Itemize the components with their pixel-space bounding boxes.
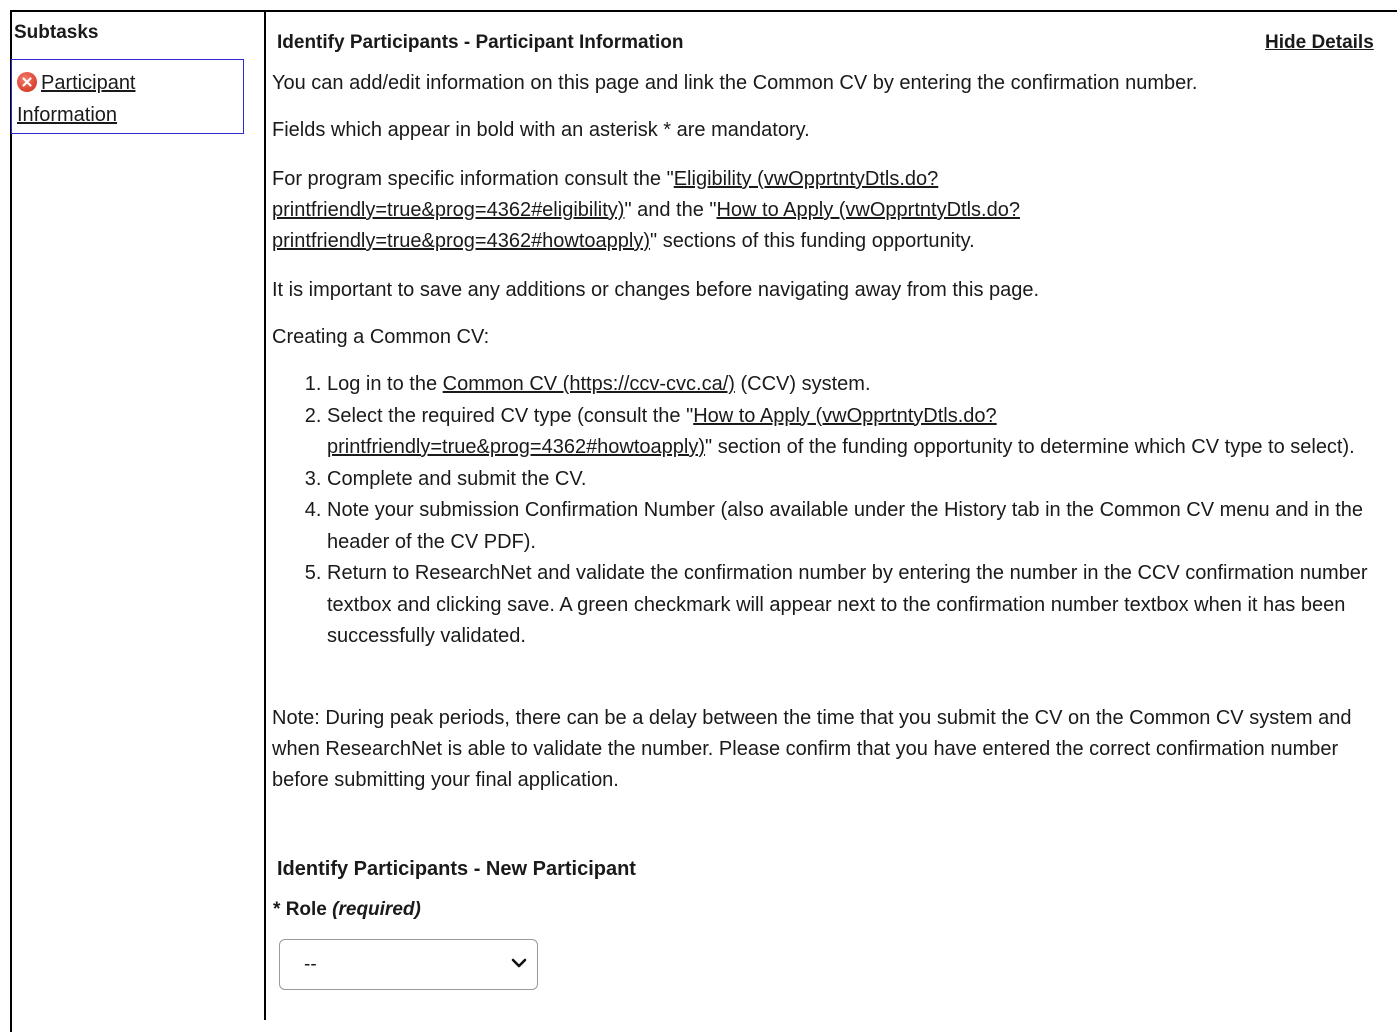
peak-note: Note: During peak periods, there can be … xyxy=(272,707,1352,791)
chevron-down-icon xyxy=(511,958,527,968)
list-item: Select the required CV type (consult the… xyxy=(327,401,1397,464)
intro-text: You can add/edit information on this pag… xyxy=(272,72,1198,94)
save-note: It is important to save any additions or… xyxy=(272,279,1040,301)
list-item: Note your submission Confirmation Number… xyxy=(327,495,1397,558)
list-item: Log in to the Common CV (https://ccv-cvc… xyxy=(327,369,1397,401)
list-item: Complete and submit the CV. xyxy=(327,464,1397,496)
column-divider xyxy=(264,10,266,1020)
program-info-text: For program specific information consult… xyxy=(272,168,1020,252)
role-label: * Role (required) xyxy=(273,899,421,920)
error-x-icon xyxy=(17,72,37,92)
common-cv-link[interactable]: Common CV (https://ccv-cvc.ca/) xyxy=(443,373,735,395)
role-select-value: -- xyxy=(304,954,317,975)
mandatory-note: Fields which appear in bold with an aste… xyxy=(272,119,810,141)
sidebar-title: Subtasks xyxy=(14,22,99,43)
subtask-participant-information[interactable]: Participant Information xyxy=(11,59,244,134)
role-select[interactable]: -- xyxy=(279,939,538,990)
page-title: Identify Participants - Participant Info… xyxy=(277,32,684,53)
list-item: Return to ResearchNet and validate the c… xyxy=(327,558,1397,653)
hide-details-link[interactable]: Hide Details xyxy=(1265,32,1374,54)
ccv-heading: Creating a Common CV: xyxy=(272,326,490,348)
new-participant-title: Identify Participants - New Participant xyxy=(277,858,636,880)
ccv-steps-list: Log in to the Common CV (https://ccv-cvc… xyxy=(272,369,1397,653)
